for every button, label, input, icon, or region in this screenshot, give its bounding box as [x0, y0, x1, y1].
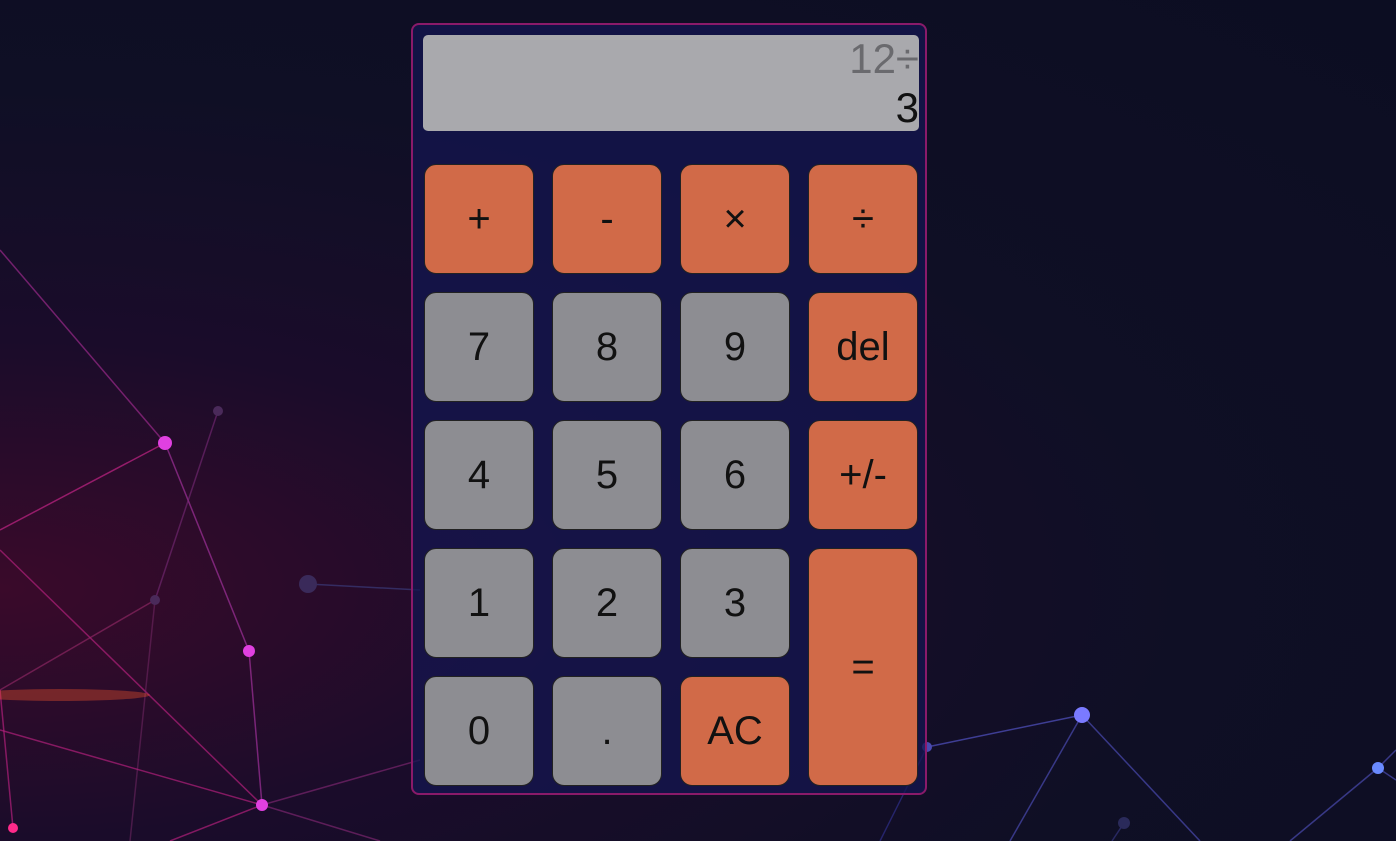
- subtract-button[interactable]: -: [552, 164, 662, 274]
- equals-button[interactable]: =: [808, 548, 918, 786]
- digit-1-button[interactable]: 1: [424, 548, 534, 658]
- digit-7-button[interactable]: 7: [424, 292, 534, 402]
- digit-8-button[interactable]: 8: [552, 292, 662, 402]
- decimal-button[interactable]: .: [552, 676, 662, 786]
- calculator-display: 12÷ 3: [423, 35, 919, 131]
- digit-3-button[interactable]: 3: [680, 548, 790, 658]
- add-button[interactable]: +: [424, 164, 534, 274]
- sign-toggle-button[interactable]: +/-: [808, 420, 918, 530]
- digit-0-button[interactable]: 0: [424, 676, 534, 786]
- divide-button[interactable]: ÷: [808, 164, 918, 274]
- digit-2-button[interactable]: 2: [552, 548, 662, 658]
- current-operand: 3: [895, 84, 919, 131]
- calculator: 12÷ 3 + - × ÷ 7 8 9 del 4 5 6 +/- 1 2 3 …: [411, 23, 927, 795]
- digit-9-button[interactable]: 9: [680, 292, 790, 402]
- delete-button[interactable]: del: [808, 292, 918, 402]
- multiply-button[interactable]: ×: [680, 164, 790, 274]
- previous-operand: 12÷: [849, 35, 919, 82]
- clear-button[interactable]: AC: [680, 676, 790, 786]
- digit-6-button[interactable]: 6: [680, 420, 790, 530]
- digit-4-button[interactable]: 4: [424, 420, 534, 530]
- digit-5-button[interactable]: 5: [552, 420, 662, 530]
